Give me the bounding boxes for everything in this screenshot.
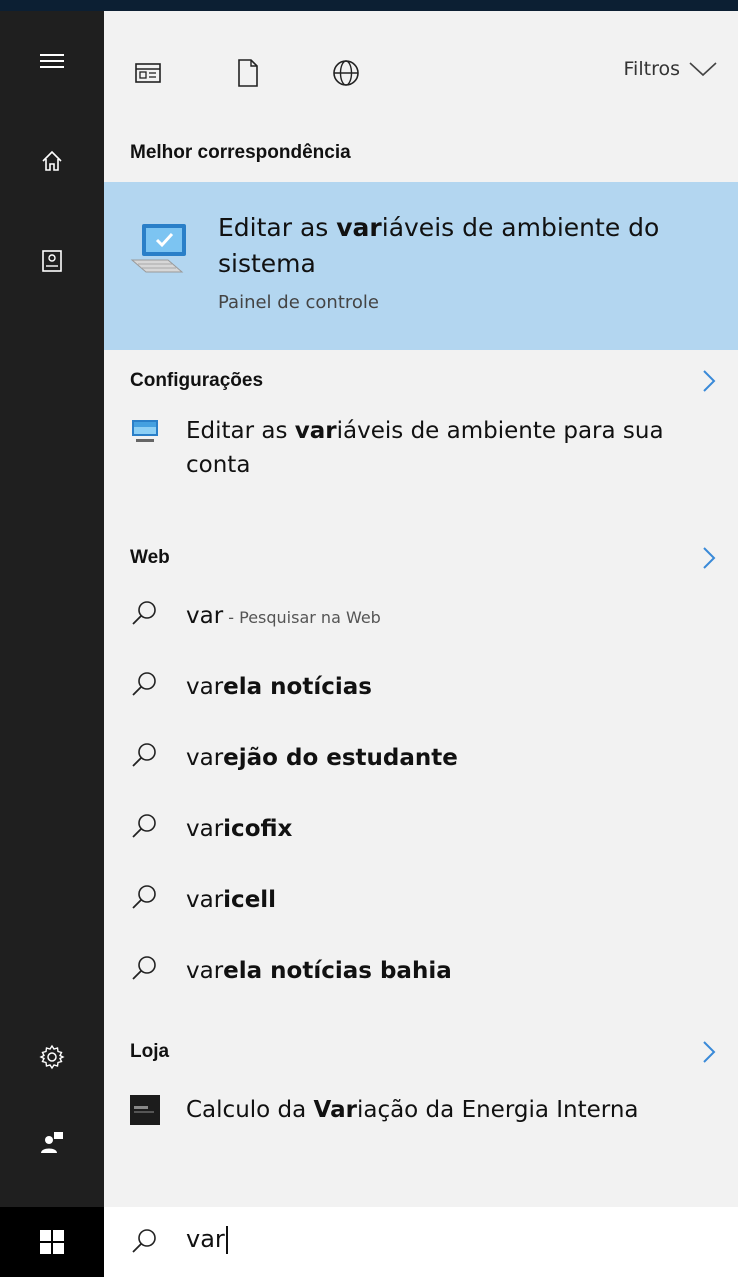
search-icon	[132, 1229, 156, 1253]
system-settings-icon	[130, 224, 186, 273]
notebook-button[interactable]	[0, 226, 104, 296]
best-match-heading: Melhor correspondência	[104, 133, 738, 173]
search-icon	[132, 814, 156, 838]
search-box[interactable]: var	[104, 1207, 738, 1277]
web-suggestion-text: varela notícias	[186, 674, 372, 700]
store-heading-label: Loja	[130, 1041, 170, 1062]
web-suggestion-item[interactable]: varicofix	[104, 796, 738, 862]
apps-icon	[135, 63, 161, 83]
settings-heading-label: Configurações	[130, 370, 264, 391]
home-button[interactable]	[0, 126, 104, 196]
best-match-result[interactable]: Editar as variáveis de ambiente do siste…	[104, 182, 738, 350]
feedback-button[interactable]	[0, 1107, 104, 1177]
web-suggestion-text: varicofix	[186, 816, 293, 842]
search-icon	[132, 885, 156, 909]
text-caret	[225, 1226, 228, 1254]
settings-heading[interactable]: Configurações	[104, 361, 738, 401]
search-icon	[132, 743, 156, 767]
chevron-right-icon	[703, 1041, 716, 1063]
settings-result-text: Editar as variáveis de ambiente para sua…	[186, 418, 664, 478]
hamburger-menu-button[interactable]	[0, 26, 104, 96]
chevron-right-icon	[703, 547, 716, 569]
chevron-down-icon	[689, 62, 717, 77]
apps-filter-button[interactable]	[130, 55, 166, 91]
search-results-panel: Filtros Melhor correspondência Editar as…	[104, 11, 738, 1207]
store-heading[interactable]: Loja	[104, 1032, 738, 1072]
web-suggestion-text: var - Pesquisar na Web	[186, 603, 381, 629]
web-heading[interactable]: Web	[104, 538, 738, 578]
sidebar	[0, 11, 104, 1277]
filters-dropdown[interactable]: Filtros	[624, 58, 718, 80]
best-match-heading-label: Melhor correspondência	[130, 142, 351, 163]
filters-label: Filtros	[623, 58, 680, 80]
notebook-icon	[42, 250, 62, 272]
best-match-title: Editar as variáveis de ambiente do siste…	[218, 213, 660, 278]
start-button[interactable]	[0, 1207, 104, 1277]
web-suggestion-text: varicell	[186, 887, 277, 913]
feedback-icon	[41, 1132, 63, 1153]
web-suggestion-item[interactable]: varela notícias	[104, 654, 738, 720]
gear-icon	[39, 1044, 65, 1070]
home-icon	[42, 150, 62, 171]
web-filter-button[interactable]	[328, 55, 364, 91]
settings-result[interactable]: Editar as variáveis de ambiente para sua…	[104, 406, 738, 516]
windows-logo-icon	[40, 1230, 64, 1254]
search-icon	[132, 601, 156, 625]
search-icon	[132, 672, 156, 696]
web-suggestion-text: varela notícias bahia	[186, 958, 452, 984]
store-result[interactable]: Calculo da Variação da Energia Interna	[104, 1077, 738, 1143]
document-icon	[238, 59, 258, 87]
hamburger-icon	[40, 54, 64, 68]
store-result-text: Calculo da Variação da Energia Interna	[186, 1097, 639, 1123]
search-input[interactable]: var	[186, 1225, 228, 1254]
app-tile-icon	[130, 1095, 160, 1125]
best-match-subtitle: Painel de controle	[218, 292, 379, 313]
web-suggestion-text: varejão do estudante	[186, 745, 458, 771]
globe-icon	[333, 60, 359, 86]
chevron-right-icon	[703, 370, 716, 392]
search-icon	[132, 956, 156, 980]
settings-button[interactable]	[0, 1022, 104, 1092]
web-suggestion-item[interactable]: varejão do estudante	[104, 725, 738, 791]
documents-filter-button[interactable]	[230, 55, 266, 91]
top-border	[0, 0, 738, 11]
monitor-icon	[132, 420, 158, 442]
web-suggestion-item[interactable]: var - Pesquisar na Web	[104, 583, 738, 649]
web-heading-label: Web	[130, 547, 170, 568]
web-suggestion-item[interactable]: varicell	[104, 867, 738, 933]
toolbar: Filtros	[104, 11, 738, 121]
search-input-value: var	[186, 1225, 225, 1253]
web-suggestion-item[interactable]: varela notícias bahia	[104, 938, 738, 1004]
